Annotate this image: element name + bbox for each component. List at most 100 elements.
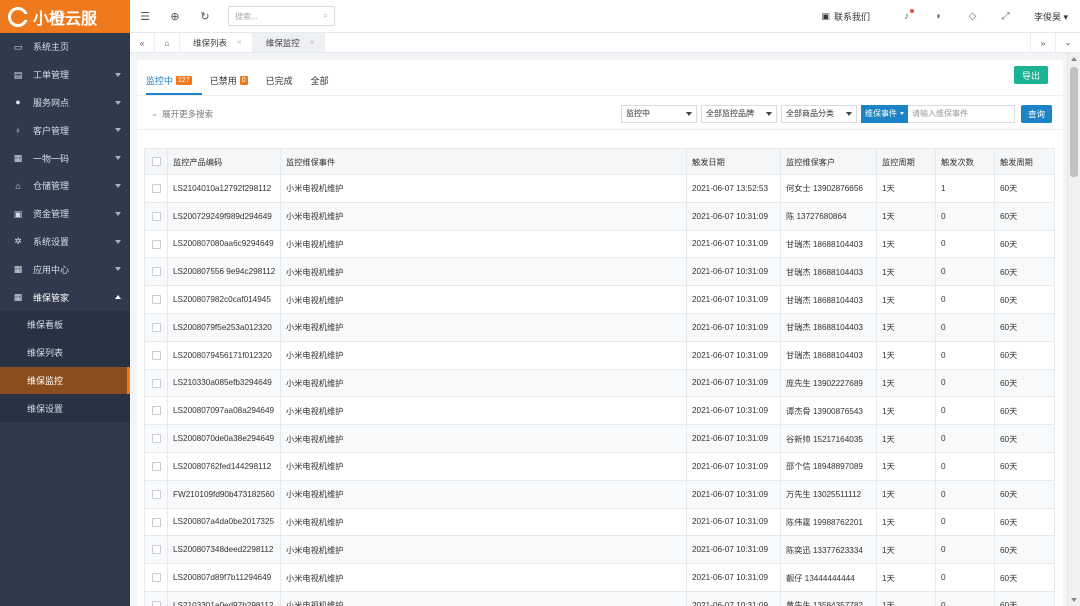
- menu-toggle-icon[interactable]: ☰: [130, 10, 160, 23]
- table-row[interactable]: LS200807348deed2298112 小米电视机维护 2021-06-07 …: [144, 535, 1055, 565]
- select-all-checkbox[interactable]: [151, 157, 161, 167]
- query-button[interactable]: 查询: [1020, 104, 1052, 123]
- status-select[interactable]: 监控中: [620, 104, 697, 123]
- table-cell: 60天: [994, 257, 1055, 287]
- table-cell: 小米电视机维护: [280, 312, 687, 342]
- table-row[interactable]: LS2008079456171f012320 小米电视机维护 2021-06-07 …: [144, 340, 1055, 370]
- sidebar-item-0[interactable]: ▭ 系统主页: [0, 33, 130, 61]
- select-all-checkbox-cell: [144, 148, 168, 175]
- search-field-select[interactable]: 维保事件: [860, 104, 908, 123]
- sidebar-item-5[interactable]: ⌂ 仓储管理: [0, 172, 130, 200]
- top-bar: ☰ ⊕ ↻ 搜索... ⌕ ▣ 联系我们 ♪ ◐ ◇ ⤢ 李俊昊 ▾: [130, 0, 1080, 33]
- row-checkbox[interactable]: [151, 462, 161, 472]
- scroll-up-icon[interactable]: [1071, 57, 1077, 61]
- column-header[interactable]: 监控维保事件: [280, 148, 687, 175]
- submenu-item-0[interactable]: 维保看板: [0, 311, 130, 339]
- sidebar-item-3[interactable]: ♁ 客户管理: [0, 116, 130, 144]
- brand-select[interactable]: 全部监控品牌: [700, 104, 777, 123]
- palette-icon[interactable]: ◐: [923, 11, 956, 22]
- row-checkbox[interactable]: [151, 406, 161, 416]
- table-row[interactable]: LS2103301a0ed97b298112 小米电视机维护 2021-06-07 …: [144, 590, 1055, 606]
- table-row[interactable]: LS200807d89f7b11294649 小米电视机维护 2021-06-07 …: [144, 563, 1055, 592]
- bell-icon[interactable]: ♪: [890, 8, 923, 22]
- category-select[interactable]: 全部商品分类: [780, 104, 857, 123]
- submenu-item-3[interactable]: 维保设置: [0, 394, 130, 422]
- column-header[interactable]: 监控周期: [876, 148, 936, 175]
- row-checkbox[interactable]: [151, 211, 161, 221]
- sidebar-item-label: 系统设置: [33, 236, 70, 247]
- sidebar-item-7[interactable]: ✲ 系统设置: [0, 228, 130, 256]
- sidebar-item-2[interactable]: ● 服务网点: [0, 89, 130, 117]
- global-search-input[interactable]: 搜索... ⌕: [228, 6, 335, 26]
- sidebar-menu: ▭ 系统主页 ▤ 工单管理 ● 服务网点 ♁ 客户管理 ▦ 一物一码 ⌂ 仓储管理 ▣ 资金管理 ✲ 系统设置…: [0, 33, 130, 423]
- tab-label: 维保监控: [265, 37, 300, 48]
- column-header[interactable]: 监控维保客户: [780, 148, 877, 175]
- fullscreen-icon[interactable]: ⤢: [989, 11, 1022, 22]
- column-header[interactable]: 触发周期: [994, 148, 1055, 175]
- tab-0[interactable]: 维保列表 ×: [180, 33, 253, 52]
- tabs-scroll-left-icon[interactable]: «: [130, 33, 155, 52]
- table-row[interactable]: LS210330a085efb3294649 小米电视机维护 2021-06-07 …: [144, 368, 1055, 398]
- row-checkbox[interactable]: [151, 573, 161, 583]
- submenu-item-2[interactable]: 维保监控: [0, 366, 130, 395]
- column-header[interactable]: 触发日期: [686, 148, 781, 175]
- row-checkbox[interactable]: [151, 601, 161, 606]
- row-checkbox[interactable]: [151, 517, 161, 527]
- row-checkbox-cell: [144, 535, 168, 565]
- sidebar-item-1[interactable]: ▤ 工单管理: [0, 61, 130, 89]
- column-header[interactable]: 触发次数: [935, 148, 995, 175]
- table-cell: 1天: [876, 257, 936, 287]
- table-cell: 1天: [876, 368, 936, 398]
- scrollbar-thumb[interactable]: [1070, 67, 1078, 177]
- row-checkbox[interactable]: [151, 350, 161, 360]
- status-tab-2[interactable]: 已完成: [266, 74, 303, 95]
- home-icon[interactable]: ⌂: [155, 33, 180, 52]
- row-checkbox[interactable]: [151, 545, 161, 555]
- column-header[interactable]: 监控产品编码: [167, 148, 281, 175]
- table-row[interactable]: LS200807097aa08a294649 小米电视机维护 2021-06-07 …: [144, 396, 1055, 426]
- keyword-input[interactable]: 请输入维保事件: [907, 104, 1015, 123]
- tag-icon[interactable]: ◇: [956, 11, 989, 22]
- expand-search-toggle[interactable]: ⌄ 展开更多搜索: [151, 108, 213, 120]
- tab-1[interactable]: 维保监控 ×: [252, 33, 326, 52]
- sidebar-item-4[interactable]: ▦ 一物一码: [0, 144, 130, 172]
- globe-icon[interactable]: ⊕: [160, 10, 190, 23]
- refresh-icon[interactable]: ↻: [190, 10, 220, 23]
- row-checkbox[interactable]: [151, 184, 161, 194]
- scroll-down-icon[interactable]: [1071, 598, 1077, 602]
- table-row[interactable]: LS2104010a12792f298112 小米电视机维护 2021-06-07 …: [144, 174, 1055, 203]
- table-row[interactable]: LS200729249f989d294649 小米电视机维护 2021-06-07 …: [144, 201, 1055, 231]
- table-row[interactable]: LS2008079f5e253a012320 小米电视机维护 2021-06-07 …: [144, 312, 1055, 342]
- table-row[interactable]: LS200807a4da0be2017325 小米电视机维护 2021-06-07 …: [144, 507, 1055, 537]
- sidebar-item-6[interactable]: ▣ 资金管理: [0, 200, 130, 228]
- row-checkbox[interactable]: [151, 378, 161, 388]
- row-checkbox[interactable]: [151, 295, 161, 305]
- table-row[interactable]: LS200807080aa6c9294649 小米电视机维护 2021-06-07 …: [144, 229, 1055, 259]
- table-row[interactable]: LS200807556 9e94c298112 小米电视机维护 2021-06-07…: [144, 257, 1055, 287]
- tabs-scroll-right-icon[interactable]: »: [1030, 33, 1055, 52]
- user-menu[interactable]: 李俊昊 ▾: [1034, 10, 1068, 23]
- table-row[interactable]: LS20080762fed144298112 小米电视机维护 2021-06-07 …: [144, 451, 1055, 481]
- export-button[interactable]: 导出: [1013, 66, 1048, 84]
- close-icon[interactable]: ×: [237, 38, 242, 47]
- tabs-dropdown-icon[interactable]: ⌄: [1055, 33, 1080, 52]
- table-row[interactable]: FW210109fd90b473182560 小米电视机维护 2021-06-07 …: [144, 479, 1055, 509]
- status-tab-3[interactable]: 全部: [311, 74, 339, 95]
- status-tab-1[interactable]: 已禁用 0: [210, 74, 258, 95]
- submenu-item-1[interactable]: 维保列表: [0, 339, 130, 367]
- table-row[interactable]: LS200807982c0caf014945 小米电视机维护 2021-06-07 …: [144, 285, 1055, 314]
- row-checkbox[interactable]: [151, 323, 161, 333]
- close-icon[interactable]: ×: [310, 38, 315, 47]
- sidebar-item-8[interactable]: ▦ 应用中心: [0, 255, 130, 283]
- row-checkbox[interactable]: [151, 239, 161, 249]
- sidebar-item-9[interactable]: ▦ 维保管家: [0, 283, 130, 311]
- app-logo[interactable]: 小橙云服: [0, 0, 130, 33]
- page-scrollbar[interactable]: [1067, 53, 1080, 606]
- row-checkbox[interactable]: [151, 267, 161, 277]
- table-cell: 1天: [876, 396, 936, 426]
- row-checkbox[interactable]: [151, 434, 161, 444]
- table-row[interactable]: LS2008070de0a38e294649 小米电视机维护 2021-06-07 …: [144, 424, 1055, 453]
- row-checkbox[interactable]: [151, 489, 161, 499]
- contact-us-link[interactable]: ▣ 联系我们: [821, 10, 870, 23]
- status-tab-0[interactable]: 监控中 127: [146, 74, 202, 95]
